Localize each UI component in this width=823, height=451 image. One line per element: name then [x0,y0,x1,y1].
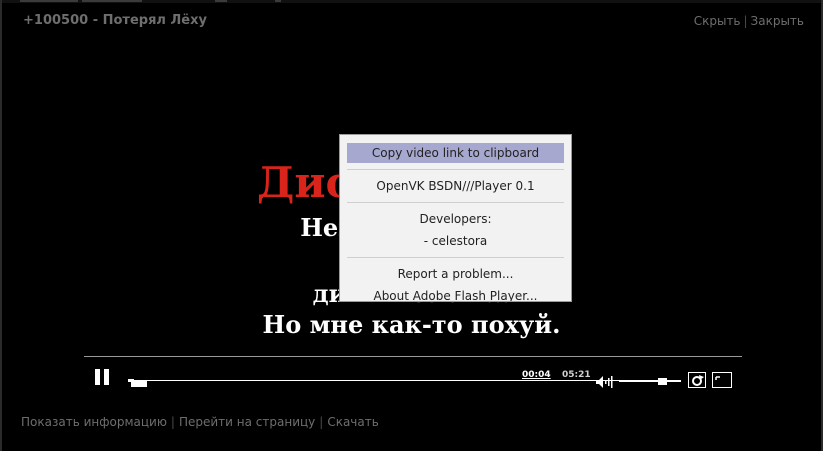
total-time: 05:21 [562,370,591,380]
loop-icon[interactable] [688,372,706,388]
player-controls: 00:04 05:21 [84,362,742,392]
current-time: 00:04 [522,370,551,380]
player-name: OpenVK BSDN///Player 0.1 [376,179,535,193]
go-to-page-link[interactable]: Перейти на страницу [179,415,315,429]
progress-bar[interactable] [128,379,628,382]
context-menu: Copy video link to clipboard OpenVK BSDN… [339,134,572,302]
about-flash-menu-item[interactable]: About Adobe Flash Player... [340,286,571,301]
window-actions: Скрыть | Закрыть [694,14,804,28]
progress-thumb[interactable] [131,380,147,387]
video-window: +100500 - Потерял Лёху Скрыть | Закрыть Ди… [0,0,823,451]
menu-separator [347,169,564,170]
separator: | [319,415,324,429]
show-info-link[interactable]: Показать информацию [21,415,167,429]
separator: | [170,415,175,429]
menu-separator [347,202,564,203]
volume-slider[interactable] [619,380,681,382]
top-edge [0,0,823,3]
report-problem-menu-item[interactable]: Report a problem... [340,264,571,284]
video-title: +100500 - Потерял Лёху [23,13,207,28]
fullscreen-icon[interactable] [712,372,732,388]
copy-link-menu-item[interactable]: Copy video link to clipboard [347,143,564,163]
controls-divider [84,356,742,357]
footer-links: Показать информацию | Перейти на страницу |… [21,415,379,429]
volume-icon[interactable] [596,373,614,388]
separator: | [743,14,748,28]
developers-label: Developers: [419,212,492,226]
hide-link[interactable]: Скрыть [694,14,741,28]
pause-icon[interactable] [95,369,110,385]
developer-name: - celestora [423,234,488,248]
download-link[interactable]: Скачать [327,415,379,429]
subtitle-line-4: Но мне как-то похуй. [262,310,561,339]
menu-separator [347,257,564,258]
subtitle-heading: Дис [257,158,352,207]
close-link[interactable]: Закрыть [751,14,804,28]
volume-thumb[interactable] [658,378,667,385]
